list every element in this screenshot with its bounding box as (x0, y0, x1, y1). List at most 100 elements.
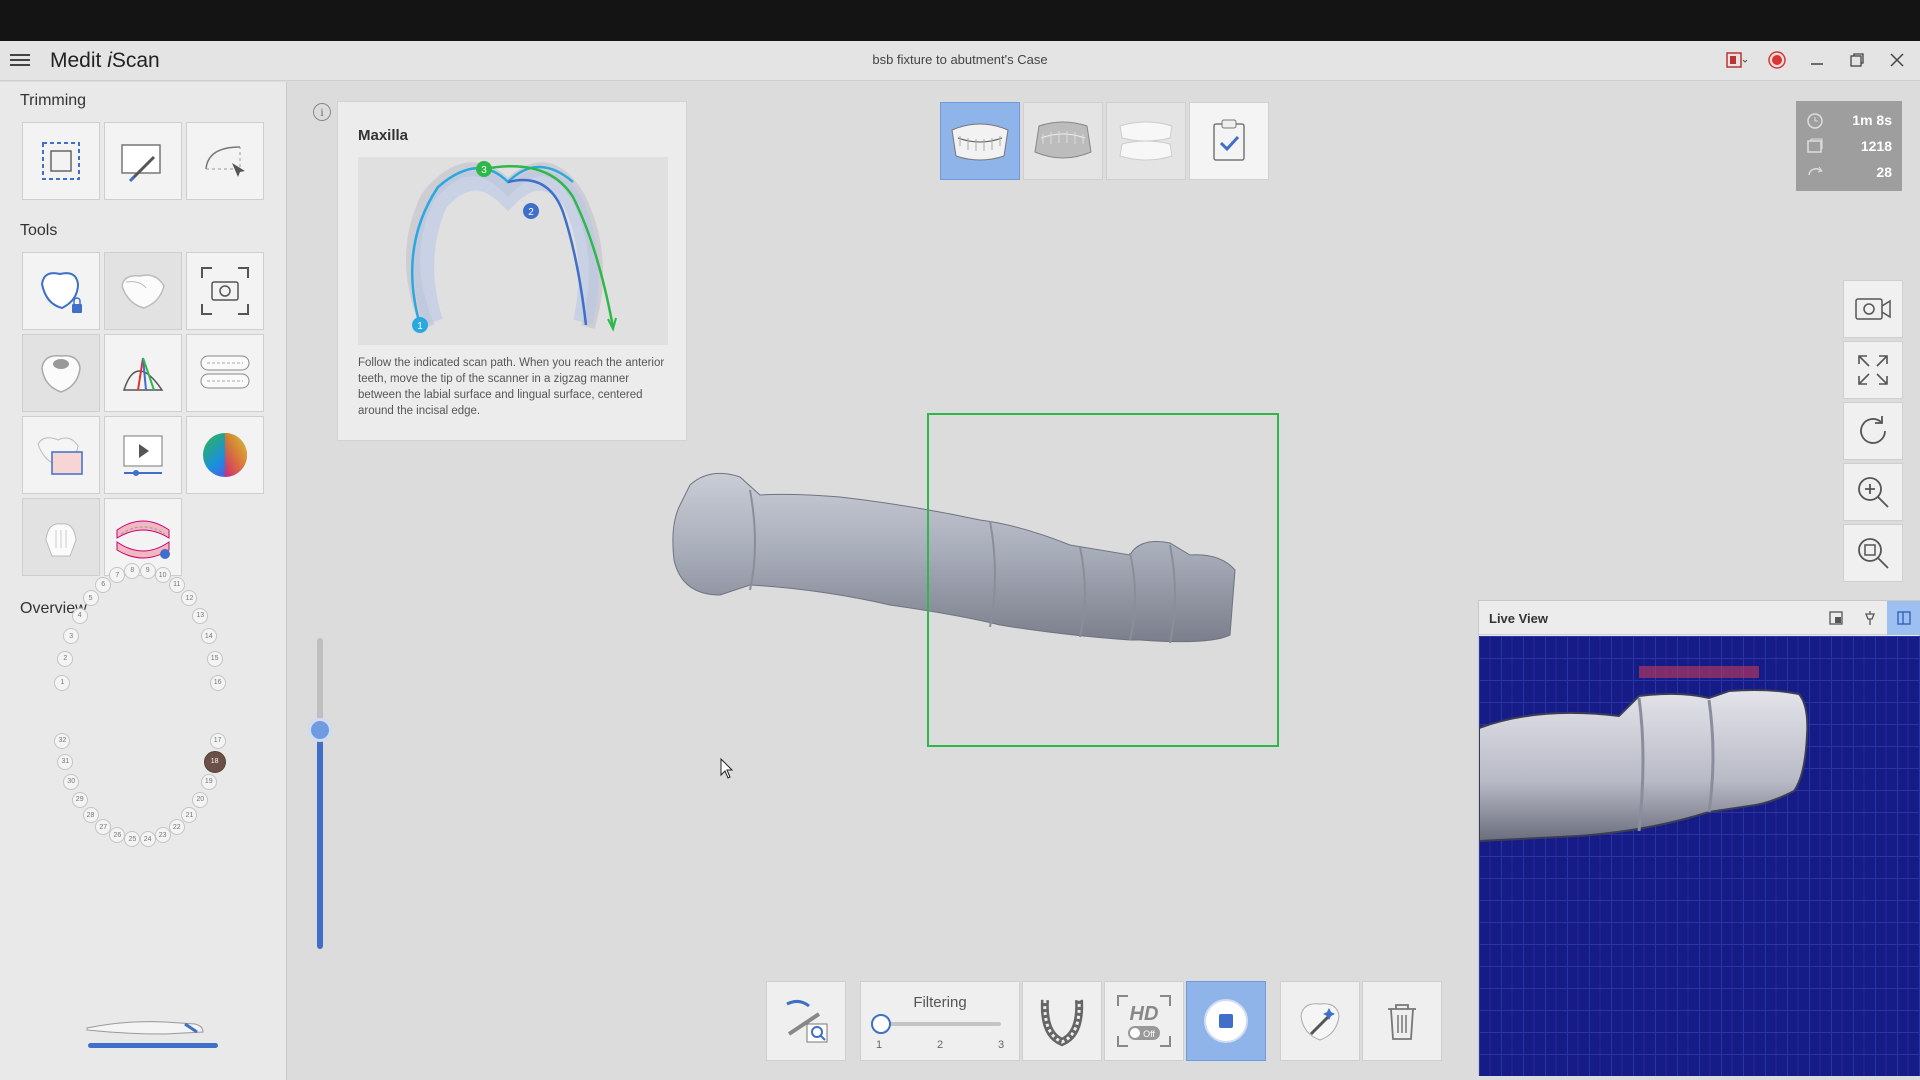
capture-icon[interactable] (186, 252, 264, 330)
tooth-5[interactable]: 5 (82, 590, 99, 607)
tooth-3[interactable]: 3 (63, 628, 80, 645)
fit-screen-icon[interactable] (1843, 341, 1903, 399)
mandible-stage-icon[interactable] (1023, 102, 1103, 180)
tooth-16[interactable]: 16 (209, 674, 226, 691)
tooth-26[interactable]: 26 (109, 827, 126, 844)
scan-path-diagram: 1 2 3 (358, 157, 668, 345)
arch-mode-icon[interactable] (1022, 981, 1102, 1061)
tooth-22[interactable]: 22 (168, 819, 185, 835)
overview-tooth-chart: 1 2 3 4 5 6 7 8 9 10 11 12 13 14 15 16 17 18 19 20 21 22 23 24 2… (40, 555, 240, 885)
filtering-control: Filtering 1 2 3 (860, 981, 1020, 1061)
step-3-label: 3 (481, 165, 487, 176)
mouse-cursor-icon (720, 757, 734, 785)
tooth-19[interactable]: 19 (200, 773, 217, 790)
stat-images: 1218 (1806, 137, 1896, 155)
tools-grid (22, 252, 264, 576)
ai-cone-icon[interactable] (104, 334, 182, 412)
video-record-icon[interactable] (1843, 280, 1903, 338)
tooth-18[interactable]: 18 (203, 750, 226, 773)
tooth-29[interactable]: 29 (71, 791, 88, 808)
lock-tooth-icon[interactable] (22, 252, 100, 330)
record-icon[interactable] (1766, 49, 1788, 71)
live-camera-feed (1479, 636, 1920, 1076)
tooth-23[interactable]: 23 (154, 827, 171, 844)
color-wheel-icon[interactable] (186, 416, 264, 494)
filter-tick-2: 2 (937, 1039, 944, 1051)
tooth-7[interactable]: 7 (109, 567, 126, 584)
stat-time: 1m 8s (1806, 111, 1896, 129)
tooth-9[interactable]: 9 (139, 562, 156, 579)
rotate-icon[interactable] (1843, 402, 1903, 460)
tooth-17[interactable]: 17 (209, 732, 226, 749)
pin-icon[interactable] (1853, 601, 1887, 635)
tools-title: Tools (20, 222, 58, 239)
tooth-13[interactable]: 13 (192, 607, 209, 624)
tooth-28[interactable]: 28 (82, 807, 99, 824)
tooth-12[interactable]: 12 (181, 590, 198, 607)
live-view-header: Live View (1479, 601, 1920, 635)
arch-icon[interactable] (186, 334, 264, 412)
tooth-20[interactable]: 20 (192, 791, 209, 808)
minimize-icon[interactable] (1806, 49, 1828, 71)
tooth-30[interactable]: 30 (63, 773, 80, 790)
playback-icon[interactable] (104, 416, 182, 494)
layout-toggle-icon[interactable] (1726, 49, 1748, 71)
trim-lasso-icon[interactable] (186, 122, 264, 200)
delete-icon[interactable] (1362, 981, 1442, 1061)
tooth-25[interactable]: 25 (124, 831, 141, 848)
zoom-in-icon[interactable] (1843, 463, 1903, 521)
trimming-tools (22, 122, 264, 200)
scanner-status-bar (88, 1043, 218, 1048)
tooth-6[interactable]: 6 (95, 576, 112, 593)
scan-area-frame (927, 413, 1279, 747)
tooth-31[interactable]: 31 (57, 753, 74, 770)
tooth-2[interactable]: 2 (57, 650, 74, 667)
tooth-32[interactable]: 32 (54, 732, 71, 749)
os-top-bar (0, 0, 1920, 41)
tooth-21[interactable]: 21 (181, 807, 198, 824)
trim-selection-icon[interactable] (22, 122, 100, 200)
tooth-1[interactable]: 1 (54, 674, 71, 691)
hd-toggle[interactable]: HD Off (1104, 981, 1184, 1061)
tooth-4[interactable]: 4 (71, 607, 88, 624)
trim-brush-icon[interactable] (104, 122, 182, 200)
rotation-icon (1808, 166, 1823, 176)
live-view-controls (1819, 601, 1920, 635)
info-icon[interactable]: i (313, 103, 331, 121)
close-icon[interactable] (1886, 49, 1908, 71)
tooth-11[interactable]: 11 (168, 576, 185, 593)
filtering-label: Filtering (913, 994, 967, 1011)
maxilla-stage-icon[interactable] (940, 102, 1020, 180)
stat-rotations-value: 28 (1876, 164, 1892, 180)
zoom-fit-icon[interactable] (1843, 524, 1903, 582)
filter-tick-1: 1 (876, 1039, 883, 1051)
pip-icon[interactable] (1819, 601, 1853, 635)
timer-icon (1807, 113, 1823, 129)
scan-stage-selector (940, 102, 1269, 180)
view-toolbar (1843, 280, 1903, 582)
stat-rotations: 28 (1806, 163, 1896, 181)
ai-cleanup-icon[interactable] (1280, 981, 1360, 1061)
complete-check-icon[interactable] (1189, 102, 1269, 180)
scan-assist-icon[interactable] (766, 981, 846, 1061)
tooth-shade-icon[interactable] (104, 252, 182, 330)
occlusion-stage-icon[interactable] (1106, 102, 1186, 180)
scanner-icon (85, 1010, 215, 1045)
tooth-15[interactable]: 15 (206, 650, 223, 667)
maximize-icon[interactable] (1846, 49, 1868, 71)
dock-panel-icon[interactable] (1887, 601, 1920, 635)
filtering-slider-handle[interactable] (871, 1014, 891, 1034)
filter-tick-3: 3 (998, 1039, 1005, 1051)
filtering-track[interactable] (881, 1022, 1001, 1026)
crown-tooth-icon[interactable] (22, 334, 100, 412)
tooth-8[interactable]: 8 (124, 562, 141, 579)
guide-text: Follow the indicated scan path. When you… (358, 357, 665, 417)
tooth-14[interactable]: 14 (200, 628, 217, 645)
depth-slider-handle[interactable] (308, 718, 332, 742)
scan-stats-panel: 1m 8s 1218 28 (1796, 101, 1902, 191)
stat-images-value: 1218 (1860, 138, 1892, 154)
tooth-10[interactable]: 10 (154, 567, 171, 584)
stop-scan-button[interactable] (1186, 981, 1266, 1061)
tooth-24[interactable]: 24 (139, 831, 156, 848)
margin-icon[interactable] (22, 416, 100, 494)
